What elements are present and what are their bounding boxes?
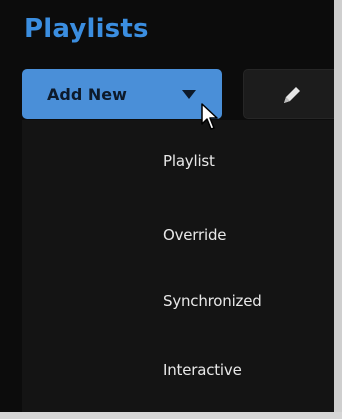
menu-item-interactive[interactable]: Interactive xyxy=(163,361,242,379)
add-new-label: Add New xyxy=(47,85,127,104)
mouse-cursor-icon xyxy=(201,103,218,130)
window-edge-right xyxy=(334,0,342,419)
window-edge-bottom xyxy=(0,412,342,419)
menu-item-playlist[interactable]: Playlist xyxy=(163,152,215,170)
page-title: Playlists xyxy=(24,14,149,44)
edit-button[interactable] xyxy=(243,69,342,119)
menu-item-override[interactable]: Override xyxy=(163,226,227,244)
add-new-button[interactable]: Add New xyxy=(22,69,222,119)
menu-item-synchronized[interactable]: Synchronized xyxy=(163,292,262,310)
caret-down-icon xyxy=(182,90,196,99)
pencil-icon xyxy=(284,87,300,103)
